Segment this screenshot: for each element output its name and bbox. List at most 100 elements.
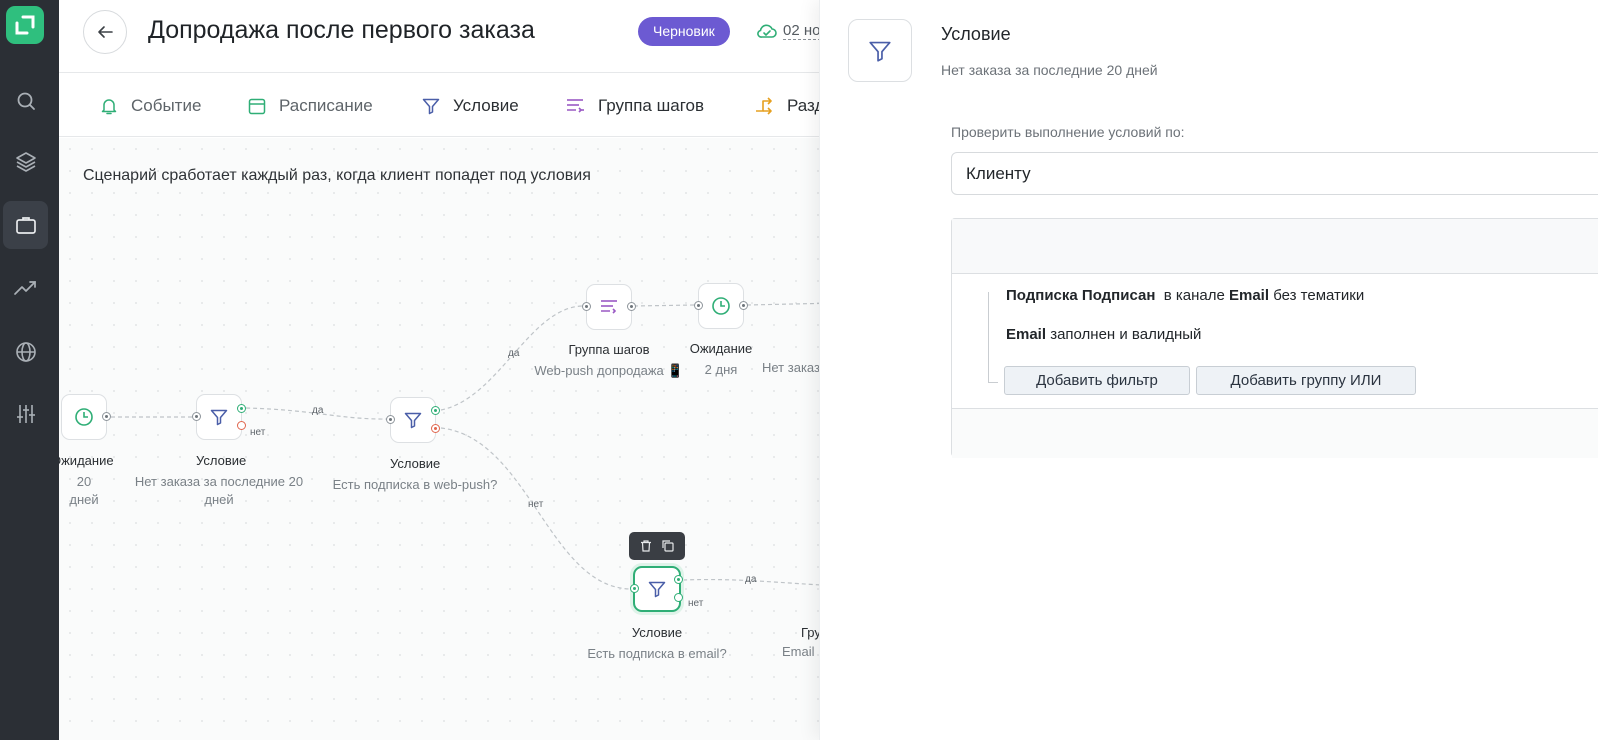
- node-wait-20-days[interactable]: [61, 394, 107, 440]
- left-rail: [0, 0, 59, 740]
- node-title: Условие: [631, 625, 683, 640]
- clock-icon: [712, 297, 730, 315]
- filter-group-bracket: [988, 292, 998, 383]
- tool-condition[interactable]: Условие: [421, 74, 519, 136]
- clock-icon: [75, 408, 93, 426]
- node-subtitle: Есть подписка в email?: [587, 646, 727, 661]
- check-by-select[interactable]: Клиенту: [951, 152, 1598, 195]
- trash-icon[interactable]: [639, 539, 653, 553]
- tool-event-label: Событие: [131, 95, 202, 115]
- port-out[interactable]: [739, 301, 748, 310]
- layers-icon: [15, 152, 36, 172]
- node-condition-email[interactable]: [633, 566, 681, 612]
- tool-split[interactable]: Разд: [753, 74, 824, 136]
- briefcase-icon: [15, 217, 36, 234]
- node-title: Условие: [390, 456, 441, 471]
- rail-settings[interactable]: [3, 390, 48, 438]
- panel-subtitle[interactable]: Нет заказа за последние 20 дней: [941, 62, 1158, 78]
- port-in[interactable]: [694, 301, 703, 310]
- filter-field: Подписка Подписан: [1006, 287, 1156, 304]
- arrow-left-icon: [98, 26, 113, 38]
- panel-title: Условие: [941, 24, 1011, 44]
- port-no[interactable]: [674, 593, 683, 602]
- app-logo[interactable]: [6, 6, 44, 44]
- calendar-icon: [248, 98, 266, 114]
- port-out[interactable]: [102, 412, 111, 421]
- tool-condition-label: Условие: [453, 95, 519, 115]
- port-yes[interactable]: [431, 406, 440, 415]
- node-subtitle: Есть подписка в web-push?: [332, 477, 498, 492]
- filter-subscription[interactable]: Подписка Подписан в канале Email без тем…: [1006, 287, 1364, 304]
- node-subtitle: Нет заказа за последние 20 дней: [134, 474, 304, 507]
- port-yes[interactable]: [237, 404, 246, 413]
- rail-analytics[interactable]: [3, 264, 48, 312]
- tool-event[interactable]: Событие: [99, 74, 202, 136]
- node-title: Гру: [801, 625, 821, 640]
- tool-step-group[interactable]: Группа шагов: [564, 74, 705, 136]
- tool-step-group-label: Группа шагов: [598, 95, 705, 115]
- edge-label-no: нет: [688, 598, 704, 609]
- node-title: Ожидание: [689, 341, 753, 356]
- globe-icon: [15, 342, 36, 362]
- condition-panel: Условие Нет заказа за последние 20 дней …: [819, 0, 1598, 740]
- search-icon: [17, 92, 35, 110]
- filter-email-valid[interactable]: Email заполнен и валидный: [1006, 326, 1201, 343]
- rail-web[interactable]: [3, 328, 48, 376]
- funnel-icon: [404, 412, 422, 429]
- node-wait-2-days[interactable]: [698, 283, 744, 329]
- cloud-check-icon: [757, 24, 777, 38]
- port-yes[interactable]: [674, 575, 683, 584]
- port-in[interactable]: [192, 412, 201, 421]
- filter-field: Email: [1006, 326, 1047, 343]
- node-subtitle: Web-push допродажа 📱: [534, 363, 684, 378]
- funnel-icon: [869, 41, 891, 62]
- node-condition-no-order[interactable]: [196, 394, 242, 440]
- node-subtitle: 2 дня: [704, 362, 738, 377]
- page-header: Допродажа после первого заказа Черновик …: [59, 0, 892, 73]
- port-no[interactable]: [431, 424, 440, 433]
- logo-icon: [15, 15, 35, 35]
- sliders-icon: [16, 405, 35, 423]
- port-in[interactable]: [386, 415, 395, 424]
- back-button[interactable]: [83, 10, 127, 54]
- node-step-group-webpush[interactable]: [586, 284, 632, 330]
- add-filter-button[interactable]: Добавить фильтр: [1004, 366, 1190, 395]
- port-out[interactable]: [627, 302, 636, 311]
- filter-channel: Email: [1229, 287, 1270, 304]
- node-title: Условие: [196, 453, 247, 468]
- workflow-canvas[interactable]: Сценарий сработает каждый раз, когда кли…: [59, 138, 839, 740]
- step-group-icon: [601, 300, 617, 314]
- funnel-icon: [648, 581, 666, 598]
- filter-header: [952, 219, 1598, 274]
- filter-builder: Подписка Подписан в канале Email без тем…: [951, 218, 1598, 458]
- edge-label-no: нет: [528, 499, 544, 510]
- rail-layers[interactable]: [3, 138, 48, 186]
- funnel-icon: [422, 98, 440, 114]
- tool-schedule-label: Расписание: [279, 95, 373, 115]
- status-badge: Черновик: [638, 17, 730, 46]
- trend-icon: [13, 281, 36, 295]
- node-title: Группа шагов: [568, 342, 650, 357]
- filter-footer: [952, 408, 1598, 458]
- edge-label-no: нет: [250, 427, 266, 438]
- edge-label-yes: да: [745, 574, 757, 585]
- port-no[interactable]: [237, 421, 246, 430]
- bell-icon: [101, 98, 117, 114]
- rail-campaigns[interactable]: [3, 201, 48, 249]
- filter-operator: в канале: [1163, 287, 1225, 304]
- filter-topic: без тематики: [1273, 287, 1365, 304]
- add-or-group-button[interactable]: Добавить группу ИЛИ: [1196, 366, 1416, 395]
- node-condition-webpush[interactable]: [390, 397, 436, 443]
- rail-search[interactable]: [3, 77, 48, 125]
- node-subtitle: 20 дней: [69, 474, 99, 507]
- step-toolbar: Событие Расписание Условие Группа шагов …: [59, 74, 839, 137]
- port-in[interactable]: [630, 584, 639, 593]
- edge-label-yes: да: [508, 348, 520, 359]
- funnel-icon: [210, 409, 228, 426]
- copy-icon[interactable]: [661, 539, 675, 553]
- port-in[interactable]: [582, 302, 591, 311]
- node-title: Ожидание: [59, 453, 114, 468]
- split-icon: [756, 96, 772, 115]
- tool-schedule[interactable]: Расписание: [247, 74, 373, 136]
- node-actions: [629, 532, 685, 560]
